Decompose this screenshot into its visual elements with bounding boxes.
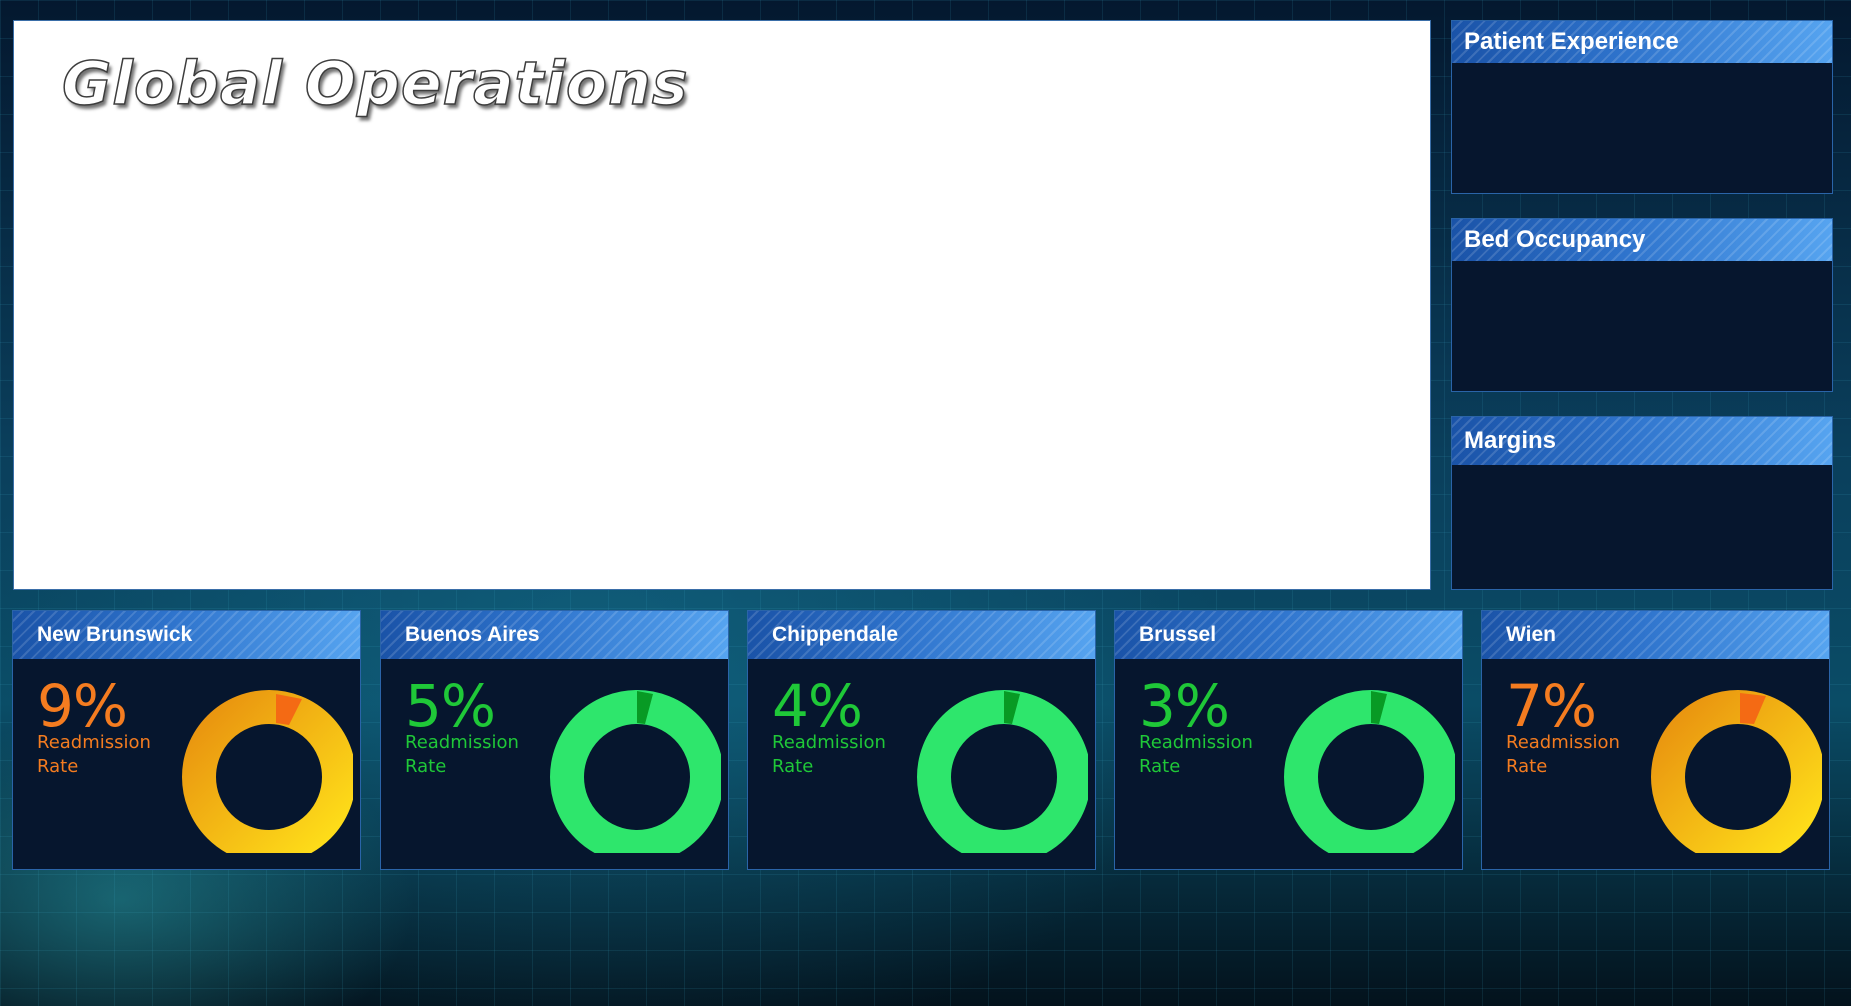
label-line1: Readmission: [405, 732, 519, 753]
readmission-rate-value: 7%: [1506, 672, 1597, 740]
readmission-rate-value: 9%: [37, 672, 128, 740]
bed-occupancy-panel[interactable]: Bed Occupancy: [1451, 218, 1833, 392]
readmission-rate-label: Readmission Rate: [1139, 731, 1279, 779]
readmission-rate-value: 5%: [405, 672, 496, 740]
label-line1: Readmission: [1506, 732, 1620, 753]
city-name: Brussel: [1115, 611, 1462, 659]
label-line1: Readmission: [1139, 732, 1253, 753]
label-line2: Rate: [405, 756, 447, 777]
panel-title: Patient Experience: [1452, 21, 1832, 63]
label-line2: Rate: [772, 756, 814, 777]
label-line1: Readmission: [37, 732, 151, 753]
city-name: New Brunswick: [13, 611, 360, 659]
donut-track: [1651, 690, 1822, 853]
margins-panel[interactable]: Margins: [1451, 416, 1833, 590]
readmission-rate-label: Readmission Rate: [405, 731, 545, 779]
city-card-chippendale[interactable]: Chippendale 4% Readmission Rate: [747, 610, 1096, 870]
city-card-wien[interactable]: Wien 7% Readmission Rate: [1481, 610, 1830, 870]
city-card-buenos-aires[interactable]: Buenos Aires 5% Readmission Rate: [380, 610, 729, 870]
page-title: Global Operations: [61, 48, 689, 120]
donut-track: [1284, 690, 1455, 853]
readmission-rate-value: 4%: [772, 672, 863, 740]
city-card-brussel[interactable]: Brussel 3% Readmission Rate: [1114, 610, 1463, 870]
donut-track: [550, 690, 721, 853]
readmission-donut: [1284, 690, 1455, 853]
map-panel[interactable]: Global Operations: [13, 20, 1431, 590]
city-name: Buenos Aires: [381, 611, 728, 659]
label-line2: Rate: [1139, 756, 1181, 777]
panel-title: Bed Occupancy: [1452, 219, 1832, 261]
readmission-rate-label: Readmission Rate: [1506, 731, 1646, 779]
readmission-rate-value: 3%: [1139, 672, 1230, 740]
readmission-donut: [1651, 690, 1822, 853]
readmission-donut: [550, 690, 721, 853]
city-name: Wien: [1482, 611, 1829, 659]
donut-track: [182, 690, 353, 853]
label-line2: Rate: [1506, 756, 1548, 777]
readmission-donut: [917, 690, 1088, 853]
patient-experience-panel[interactable]: Patient Experience: [1451, 20, 1833, 194]
city-name: Chippendale: [748, 611, 1095, 659]
panel-title: Margins: [1452, 417, 1832, 465]
readmission-rate-label: Readmission Rate: [772, 731, 912, 779]
label-line1: Readmission: [772, 732, 886, 753]
city-card-new-brunswick[interactable]: New Brunswick 9% Readmission Rate: [12, 610, 361, 870]
donut-track: [917, 690, 1088, 853]
readmission-donut: [182, 690, 353, 853]
readmission-rate-label: Readmission Rate: [37, 731, 177, 779]
label-line2: Rate: [37, 756, 79, 777]
